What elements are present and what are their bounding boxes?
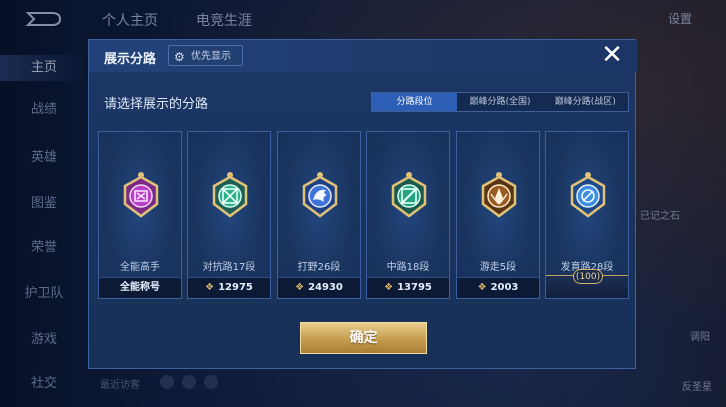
- priority-display-label: 优先显示: [191, 51, 231, 62]
- lane-card-clash[interactable]: 对抗路17段 ❖ 12975: [187, 131, 271, 299]
- card-label: 对抗路17段: [202, 262, 256, 273]
- gear-icon: ⚙: [174, 50, 185, 64]
- clash-lane-badge-icon: [212, 172, 248, 218]
- points-diamond-icon: ❖: [477, 282, 487, 293]
- points-diamond-icon: ❖: [205, 282, 215, 293]
- jungle-badge-icon: [302, 172, 338, 218]
- card-points: 24930: [308, 282, 343, 293]
- dialog-title-bar: 展示分路 ⚙ 优先显示 ✕: [89, 40, 637, 72]
- card-points: 13795: [397, 282, 432, 293]
- priority-display-button[interactable]: ⚙ 优先显示: [168, 45, 243, 66]
- lane-card-mid[interactable]: 中路18段 ❖ 13795: [366, 131, 450, 299]
- card-points: 2003: [490, 282, 519, 293]
- peak-value-badge: (100): [573, 269, 603, 284]
- card-footer: ❖ 13795: [367, 277, 449, 298]
- lane-display-dialog: 展示分路 ⚙ 优先显示 ✕ 请选择展示的分路 分路段位 巅峰分路(全国) 巅峰分…: [88, 39, 637, 369]
- card-label: 打野26段: [297, 262, 341, 273]
- card-footer: 全能称号: [99, 277, 181, 298]
- card-footer: (100): [546, 269, 628, 298]
- lane-card-jungle[interactable]: 打野26段 ❖ 24930: [277, 131, 361, 299]
- card-footer: ❖ 12975: [188, 277, 270, 298]
- points-diamond-icon: ❖: [384, 282, 394, 293]
- points-diamond-icon: ❖: [295, 282, 305, 293]
- lane-card-farm[interactable]: 发育路28段 (100): [545, 131, 629, 299]
- card-label: 中路18段: [386, 262, 430, 273]
- lane-card-roam[interactable]: 游走5段 ❖ 2003: [456, 131, 540, 299]
- all-round-badge-icon: [123, 172, 159, 218]
- card-footer: ❖ 24930: [278, 277, 360, 298]
- roam-badge-icon: [481, 172, 517, 218]
- lane-tabs: 分路段位 巅峰分路(全国) 巅峰分路(战区): [371, 92, 629, 112]
- card-footer: ❖ 2003: [457, 277, 539, 298]
- card-label: 游走5段: [479, 262, 517, 273]
- dialog-prompt: 请选择展示的分路: [104, 97, 209, 112]
- card-points: 12975: [218, 282, 253, 293]
- lane-card-all-round[interactable]: 全能高手 全能称号: [98, 131, 182, 299]
- farm-lane-badge-icon: [570, 172, 606, 218]
- tab-peak-national[interactable]: 巅峰分路(全国): [457, 93, 542, 111]
- mid-lane-badge-icon: [391, 172, 427, 218]
- dialog-title: 展示分路: [104, 52, 157, 67]
- tab-peak-region[interactable]: 巅峰分路(战区): [543, 93, 628, 111]
- card-label: 全能高手: [120, 262, 160, 273]
- close-icon[interactable]: ✕: [597, 42, 627, 70]
- confirm-button[interactable]: 确定: [300, 322, 427, 354]
- tab-lane-rank[interactable]: 分路段位: [372, 93, 458, 111]
